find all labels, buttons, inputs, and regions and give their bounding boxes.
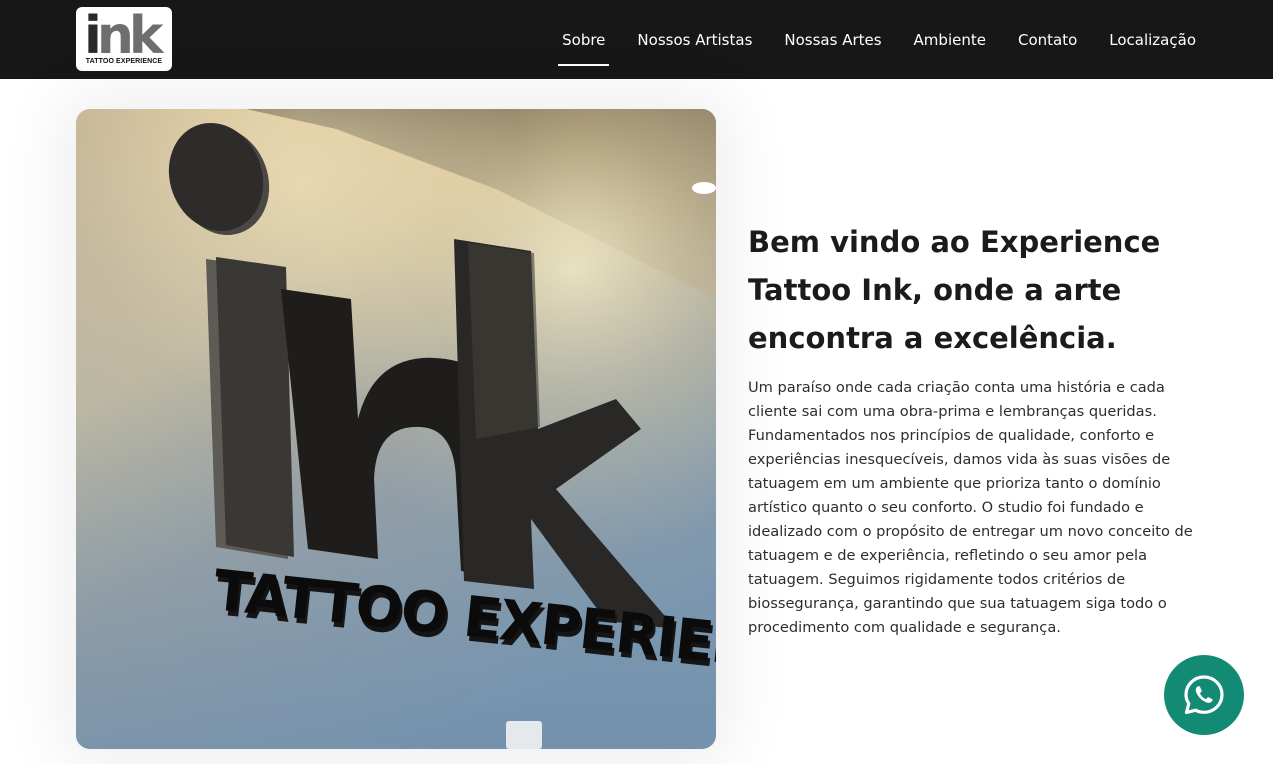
studio-sign-photo: TATTOO EXPERIENCE TATTOO EXPERIENCE — [76, 109, 716, 749]
nav-ambiente[interactable]: Ambiente — [914, 25, 986, 55]
top-navbar: ink TATTOO EXPERIENCE Sobre Nossos Artis… — [0, 0, 1273, 79]
nav-sobre[interactable]: Sobre — [558, 25, 610, 66]
logo-wordmark: ink — [84, 7, 163, 66]
about-paragraph: Um paraíso onde cada criação conta uma h… — [748, 379, 1193, 636]
nav-nossas-artes[interactable]: Nossas Artes — [784, 25, 881, 55]
main-nav: Sobre Nossos Artistas Nossas Artes Ambie… — [558, 0, 1196, 79]
brand-logo[interactable]: ink TATTOO EXPERIENCE — [76, 7, 172, 71]
nav-localizacao[interactable]: Localização — [1109, 25, 1196, 55]
nav-nossos-artistas[interactable]: Nossos Artistas — [637, 25, 752, 55]
nav-contato[interactable]: Contato — [1018, 25, 1077, 55]
whatsapp-button[interactable] — [1164, 655, 1244, 735]
whatsapp-icon — [1184, 675, 1224, 715]
about-heading: Bem vindo ao Experience Tattoo Ink, onde… — [748, 225, 1161, 355]
logo-subtitle: TATTOO EXPERIENCE — [85, 58, 163, 65]
